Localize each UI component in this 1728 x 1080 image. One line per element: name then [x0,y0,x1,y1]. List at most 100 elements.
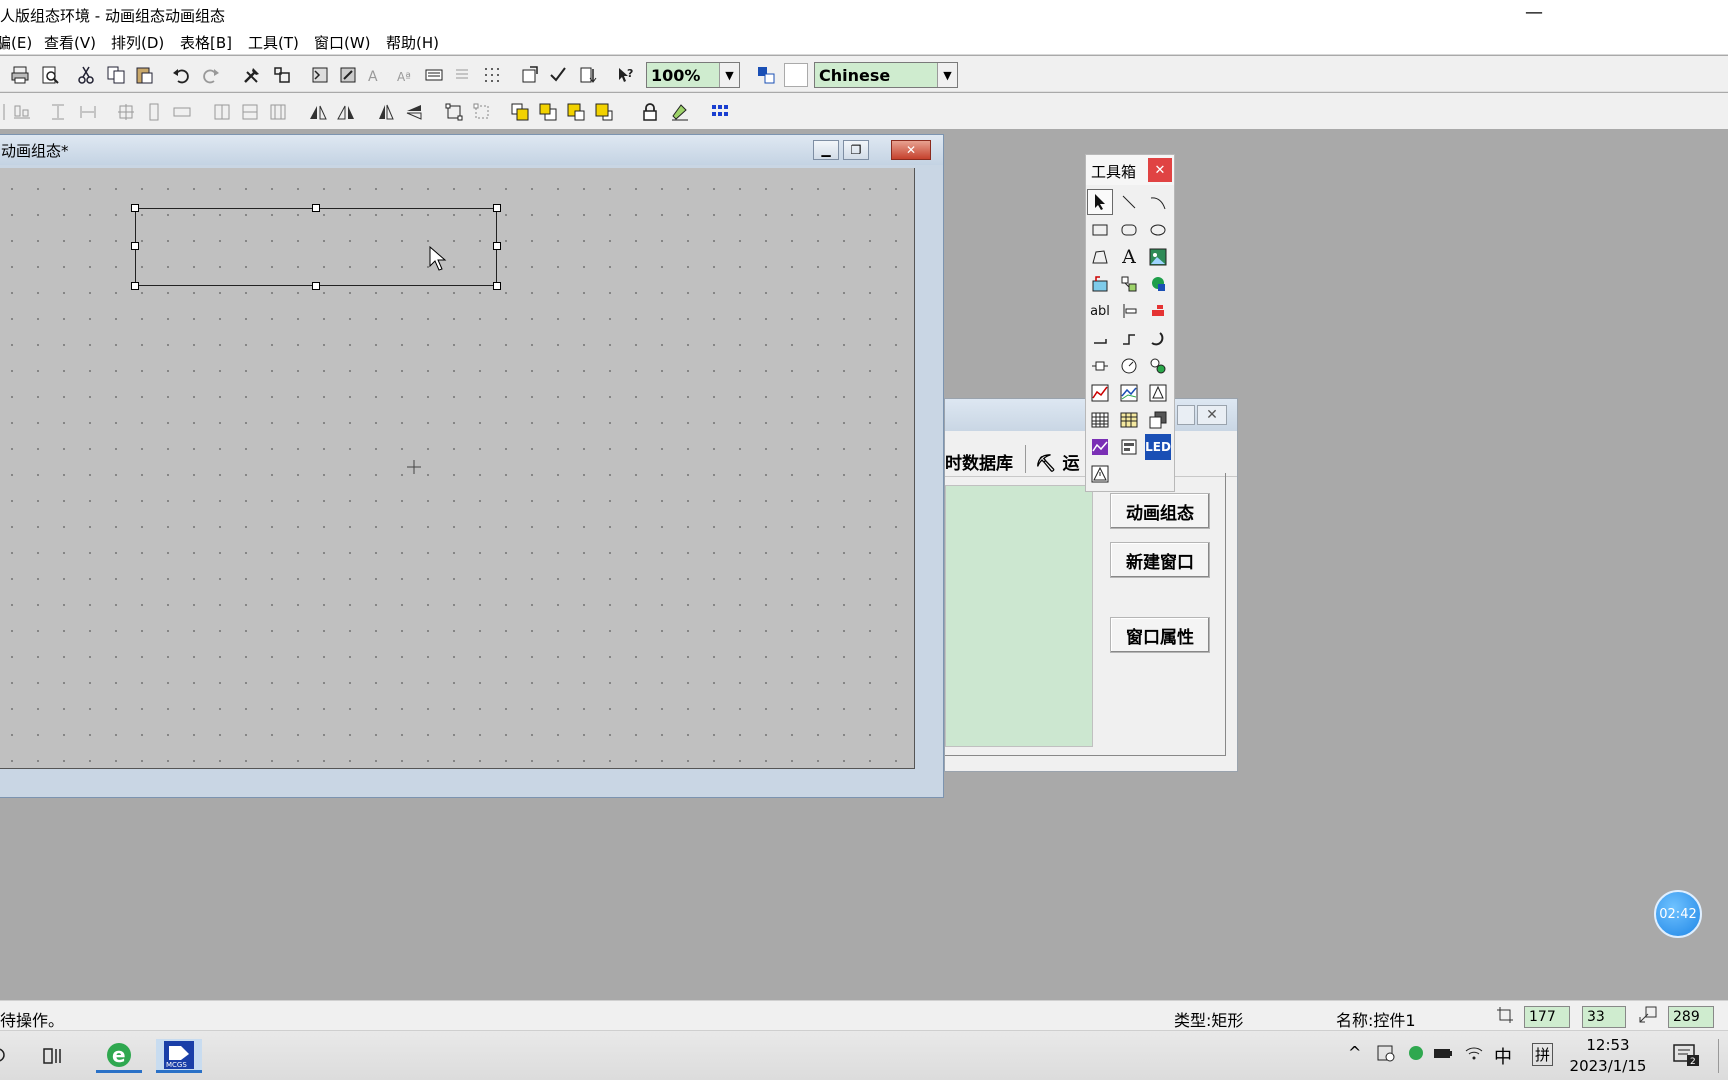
search-icon[interactable] [0,1039,14,1073]
font-style-icon[interactable]: Aª [392,63,416,87]
menu-table[interactable]: 表格[B] [180,32,232,53]
center-icon[interactable] [114,100,138,124]
wifi-icon[interactable] [1464,1043,1484,1067]
resize-handle[interactable] [493,282,501,290]
switch-tool-icon[interactable] [1087,353,1113,379]
pipe-tool-icon[interactable] [1087,326,1113,352]
window-properties-button[interactable]: 窗口属性 [1110,617,1210,653]
mirror-h-icon[interactable] [374,100,398,124]
maximize-button[interactable] [1177,405,1195,425]
print-icon[interactable] [8,63,32,87]
element-library-icon[interactable] [1145,271,1171,297]
task-view-icon[interactable] [36,1039,70,1073]
same-height-icon[interactable] [142,100,166,124]
keyboard-icon[interactable] [422,63,446,87]
close-button[interactable]: ✕ [891,140,931,160]
space-horizontal-icon[interactable] [76,100,100,124]
menu-tools[interactable]: 工具(T) [248,32,299,53]
undo-icon[interactable] [170,63,194,87]
forward-icon[interactable] [564,100,588,124]
database-icon[interactable] [308,63,332,87]
check-icon[interactable] [546,63,570,87]
table-tool-icon[interactable] [1087,407,1113,433]
palette-icon[interactable] [708,100,732,124]
form-tool-icon[interactable] [1116,434,1142,460]
space-vertical-icon[interactable] [46,100,70,124]
alarm-tool-icon[interactable] [1145,380,1171,406]
textbox-tool-icon[interactable]: abl [1087,298,1113,324]
notification-icon[interactable]: 2 [1672,1043,1700,1071]
gauge-tool-icon[interactable] [1116,353,1142,379]
align-icon[interactable] [270,63,294,87]
ie-browser-icon[interactable]: e [96,1039,142,1073]
menu-window[interactable]: 窗口(W) [314,32,371,53]
taskbar-clock[interactable]: 12:53 2023/1/15 [1566,1035,1650,1077]
rounded-rect-tool-icon[interactable] [1116,217,1142,243]
language-select[interactable]: Chinese ▼ [814,62,958,88]
report-tool-icon[interactable] [1116,407,1142,433]
lock-icon[interactable] [638,100,662,124]
subwindow-tool-icon[interactable] [1145,407,1171,433]
same-width-icon[interactable] [170,100,194,124]
recording-timer[interactable]: 02:42 [1654,890,1702,938]
restore-button[interactable]: ❐ [843,140,869,160]
backward-icon[interactable] [592,100,616,124]
menu-view[interactable]: 查看(V) [44,32,96,53]
paste-icon[interactable] [132,63,156,87]
center-v-icon[interactable] [238,100,262,124]
cut-icon[interactable] [74,63,98,87]
trend-tool-icon[interactable] [1087,380,1113,406]
flow-tool-icon[interactable] [1116,271,1142,297]
resize-handle[interactable] [131,204,139,212]
label-tool-icon[interactable] [1087,271,1113,297]
menu-edit[interactable]: 骗(E) [0,32,32,53]
print-preview-icon[interactable] [38,63,62,87]
center-h-icon[interactable] [210,100,234,124]
animation-config-button[interactable]: 动画组态 [1110,493,1210,529]
blank-button[interactable] [784,63,808,87]
resize-handle[interactable] [312,282,320,290]
window-list[interactable] [945,485,1093,747]
vertical-scrollbar[interactable] [917,168,939,769]
paint-icon[interactable] [668,100,692,124]
properties-icon[interactable] [518,63,542,87]
help-icon[interactable]: ? [614,63,638,87]
resize-handle[interactable] [493,242,501,250]
pointer-icon[interactable] [1087,189,1113,215]
ellipse-tool-icon[interactable] [1145,217,1171,243]
mirror-v-icon[interactable] [402,100,426,124]
send-back-icon[interactable] [536,100,560,124]
curve-chart-icon[interactable] [1087,434,1113,460]
flip-up-icon[interactable] [306,100,330,124]
grid-icon[interactable] [480,63,504,87]
copy-icon[interactable] [104,63,128,87]
rectangle-tool-icon[interactable] [1087,217,1113,243]
button-tool-icon[interactable] [1145,298,1171,324]
align-bottom-icon[interactable] [10,100,34,124]
text-tool-icon[interactable]: A [1116,244,1142,270]
chevron-up-icon[interactable]: ^ [1348,1043,1361,1062]
tab-run-strategy[interactable]: ⛏ 运 [1035,449,1080,474]
indicator-tool-icon[interactable] [1145,353,1171,379]
resize-handle[interactable] [312,204,320,212]
show-desktop-button[interactable] [1718,1039,1726,1073]
ime-mode[interactable]: 拼 [1532,1043,1554,1066]
menu-help[interactable]: 帮助(H) [386,32,439,53]
new-window-button[interactable]: 新建窗口 [1110,542,1210,578]
polyline-tool-icon[interactable] [1116,326,1142,352]
close-icon[interactable]: ✕ [1148,158,1172,182]
redo-icon[interactable] [198,63,222,87]
slider-tool-icon[interactable] [1116,298,1142,324]
ungroup-icon[interactable] [470,100,494,124]
menu-arrange[interactable]: 排列(D) [111,32,164,53]
tools-icon[interactable] [240,63,264,87]
alarm-display-icon[interactable] [1087,461,1113,487]
history-trend-icon[interactable] [1116,380,1142,406]
bitmap-tool-icon[interactable] [1145,244,1171,270]
list-icon[interactable] [450,63,474,87]
download-icon[interactable] [576,63,600,87]
minimize-button[interactable]: — [1525,0,1543,26]
tray-app-icon[interactable] [1376,1043,1396,1067]
minimize-button[interactable]: ▁ [813,140,839,160]
ime-language[interactable]: 中 [1494,1043,1512,1069]
